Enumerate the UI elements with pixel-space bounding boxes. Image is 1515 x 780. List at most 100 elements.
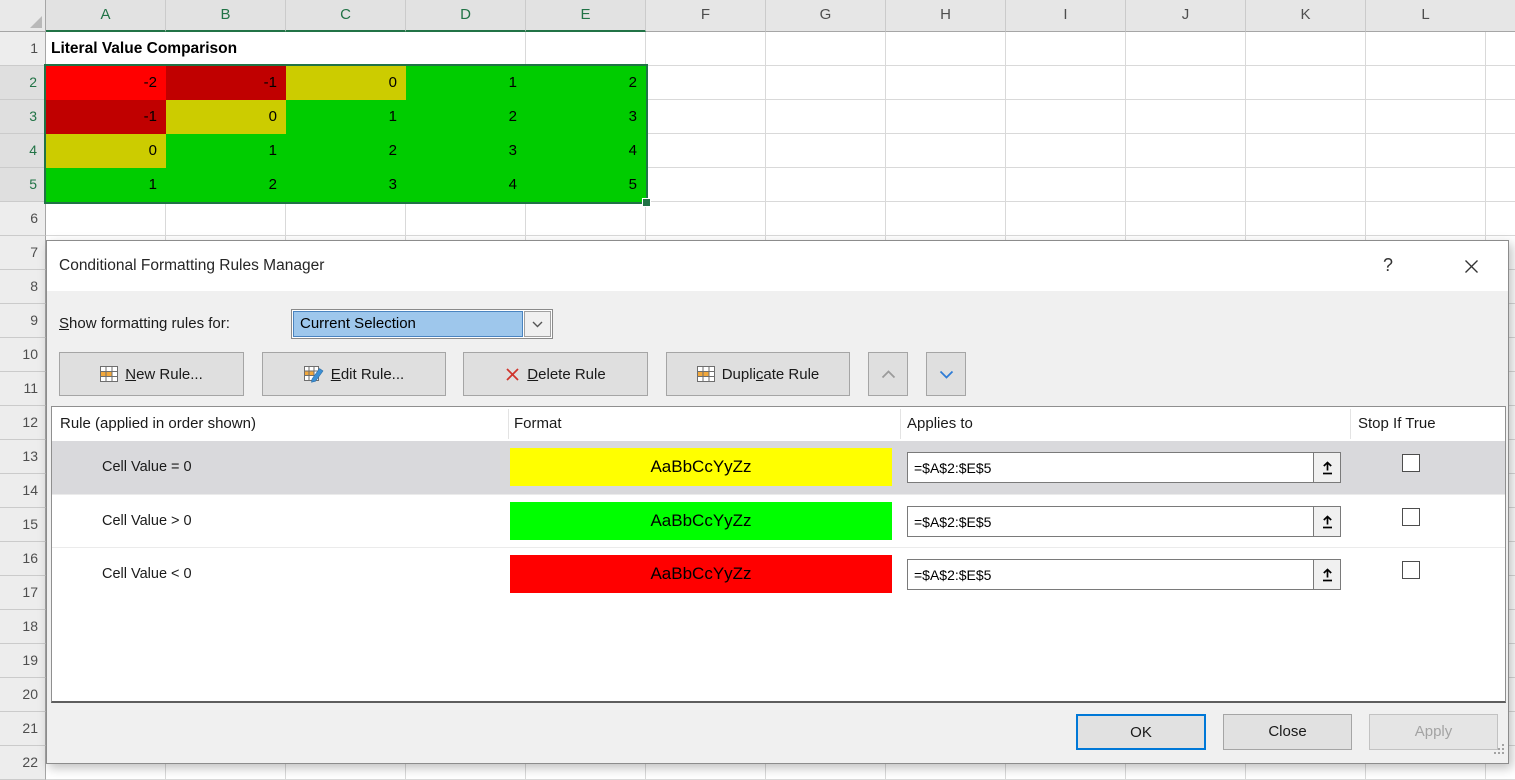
- close-icon: [1464, 259, 1479, 274]
- row-header[interactable]: 1: [0, 32, 46, 66]
- grid-cell[interactable]: -2: [46, 66, 166, 100]
- grid-cell[interactable]: 5: [526, 168, 646, 202]
- rule-row[interactable]: Cell Value > 0 AaBbCcYyZz: [52, 494, 1505, 547]
- grid-cell[interactable]: 3: [406, 134, 526, 168]
- ok-button[interactable]: OK: [1076, 714, 1206, 750]
- column-header[interactable]: F: [646, 0, 766, 32]
- column-header[interactable]: G: [766, 0, 886, 32]
- column-header[interactable]: C: [286, 0, 406, 32]
- row-header[interactable]: 20: [0, 678, 46, 712]
- grid-cell[interactable]: 2: [526, 66, 646, 100]
- row-header[interactable]: 3: [0, 100, 46, 134]
- row-header[interactable]: 21: [0, 712, 46, 746]
- column-header[interactable]: K: [1246, 0, 1366, 32]
- new-rule-table-icon: [100, 366, 118, 382]
- row-header[interactable]: 11: [0, 372, 46, 406]
- collapse-dialog-arrow-icon: [1322, 515, 1333, 529]
- column-header[interactable]: E: [526, 0, 646, 32]
- grid-cell[interactable]: 2: [286, 134, 406, 168]
- applies-to-input[interactable]: [908, 507, 1313, 536]
- column-header[interactable]: J: [1126, 0, 1246, 32]
- column-header[interactable]: B: [166, 0, 286, 32]
- help-button[interactable]: ?: [1367, 241, 1409, 291]
- chevron-down-icon: [939, 370, 954, 379]
- row-header[interactable]: 17: [0, 576, 46, 610]
- rule-row[interactable]: Cell Value = 0 AaBbCcYyZz: [52, 441, 1505, 494]
- delete-rule-button[interactable]: Delete Rule: [463, 352, 648, 396]
- grid-cell[interactable]: 1: [46, 168, 166, 202]
- grid-cell[interactable]: 3: [286, 168, 406, 202]
- close-button[interactable]: [1447, 241, 1495, 291]
- grid-cell[interactable]: 2: [166, 168, 286, 202]
- stop-if-true-checkbox[interactable]: [1402, 561, 1420, 579]
- grid-cell[interactable]: 0: [46, 134, 166, 168]
- row-header[interactable]: 4: [0, 134, 46, 168]
- row-header[interactable]: 19: [0, 644, 46, 678]
- column-header-filler: [1485, 0, 1515, 32]
- delete-x-icon: [505, 367, 520, 382]
- cell-a1-title[interactable]: Literal Value Comparison: [46, 32, 406, 66]
- row-header[interactable]: 12: [0, 406, 46, 440]
- formatted-cell-range: -2 -1 0 1 2 -1 0 1 2 3 0 1 2 3 4 1: [46, 66, 646, 202]
- duplicate-rule-table-icon: [697, 366, 715, 382]
- row-header[interactable]: 14: [0, 474, 46, 508]
- apply-button[interactable]: Apply: [1369, 714, 1498, 750]
- grid-cell[interactable]: 1: [406, 66, 526, 100]
- row-header[interactable]: 10: [0, 338, 46, 372]
- fill-handle[interactable]: [642, 198, 651, 207]
- range-selector-button[interactable]: [1313, 453, 1340, 482]
- chevron-up-icon: [881, 370, 896, 379]
- applies-to-input[interactable]: [908, 560, 1313, 589]
- row-header[interactable]: 15: [0, 508, 46, 542]
- dialog-titlebar[interactable]: Conditional Formatting Rules Manager ?: [47, 241, 1508, 291]
- stop-if-true-checkbox[interactable]: [1402, 454, 1420, 472]
- row-header[interactable]: 13: [0, 440, 46, 474]
- grid-cell[interactable]: 4: [406, 168, 526, 202]
- move-rule-down-button[interactable]: [926, 352, 966, 396]
- new-rule-button[interactable]: New Rule...: [59, 352, 244, 396]
- row-header[interactable]: 16: [0, 542, 46, 576]
- rules-list: Rule (applied in order shown) Format App…: [51, 406, 1506, 703]
- rule-format-preview: AaBbCcYyZz: [510, 502, 892, 540]
- column-header[interactable]: H: [886, 0, 1006, 32]
- grid-cell[interactable]: 3: [526, 100, 646, 134]
- range-selector-button[interactable]: [1313, 507, 1340, 536]
- row-header[interactable]: 9: [0, 304, 46, 338]
- dialog-title: Conditional Formatting Rules Manager: [59, 241, 324, 291]
- grid-cell[interactable]: 0: [286, 66, 406, 100]
- row-header[interactable]: 8: [0, 270, 46, 304]
- row-header[interactable]: 7: [0, 236, 46, 270]
- column-header[interactable]: I: [1006, 0, 1126, 32]
- row-header[interactable]: 22: [0, 746, 46, 780]
- row-header[interactable]: 6: [0, 202, 46, 236]
- show-formatting-rules-label: Show formatting rules for:: [59, 309, 230, 339]
- select-all-corner[interactable]: [0, 0, 46, 32]
- row-header[interactable]: 5: [0, 168, 46, 202]
- move-rule-up-button[interactable]: [868, 352, 908, 396]
- row-header[interactable]: 2: [0, 66, 46, 100]
- close-dialog-button[interactable]: Close: [1223, 714, 1352, 750]
- grid-cell[interactable]: -1: [166, 66, 286, 100]
- column-header[interactable]: L: [1366, 0, 1486, 32]
- rule-row[interactable]: Cell Value < 0 AaBbCcYyZz: [52, 547, 1505, 600]
- grid-cell[interactable]: -1: [46, 100, 166, 134]
- column-header[interactable]: A: [46, 0, 166, 32]
- grid-cell[interactable]: 1: [286, 100, 406, 134]
- chevron-down-icon: [532, 321, 543, 328]
- grid-cell[interactable]: 1: [166, 134, 286, 168]
- header-divider: [1350, 409, 1351, 439]
- row-header[interactable]: 18: [0, 610, 46, 644]
- resize-grip[interactable]: [1492, 742, 1505, 760]
- column-header[interactable]: D: [406, 0, 526, 32]
- grid-cell[interactable]: 0: [166, 100, 286, 134]
- grid-cell[interactable]: 4: [526, 134, 646, 168]
- row-headers: 1 2 3 4 5 6 7 8 9 10 11 12 13 14 15: [0, 32, 46, 780]
- duplicate-rule-button[interactable]: Duplicate Rule: [666, 352, 850, 396]
- applies-to-input[interactable]: [908, 453, 1313, 482]
- scope-dropdown-button[interactable]: [524, 311, 551, 337]
- edit-rule-button[interactable]: Edit Rule...: [262, 352, 446, 396]
- range-selector-button[interactable]: [1313, 560, 1340, 589]
- stop-if-true-checkbox[interactable]: [1402, 508, 1420, 526]
- grid-cell[interactable]: 2: [406, 100, 526, 134]
- scope-dropdown[interactable]: Current Selection: [291, 309, 553, 339]
